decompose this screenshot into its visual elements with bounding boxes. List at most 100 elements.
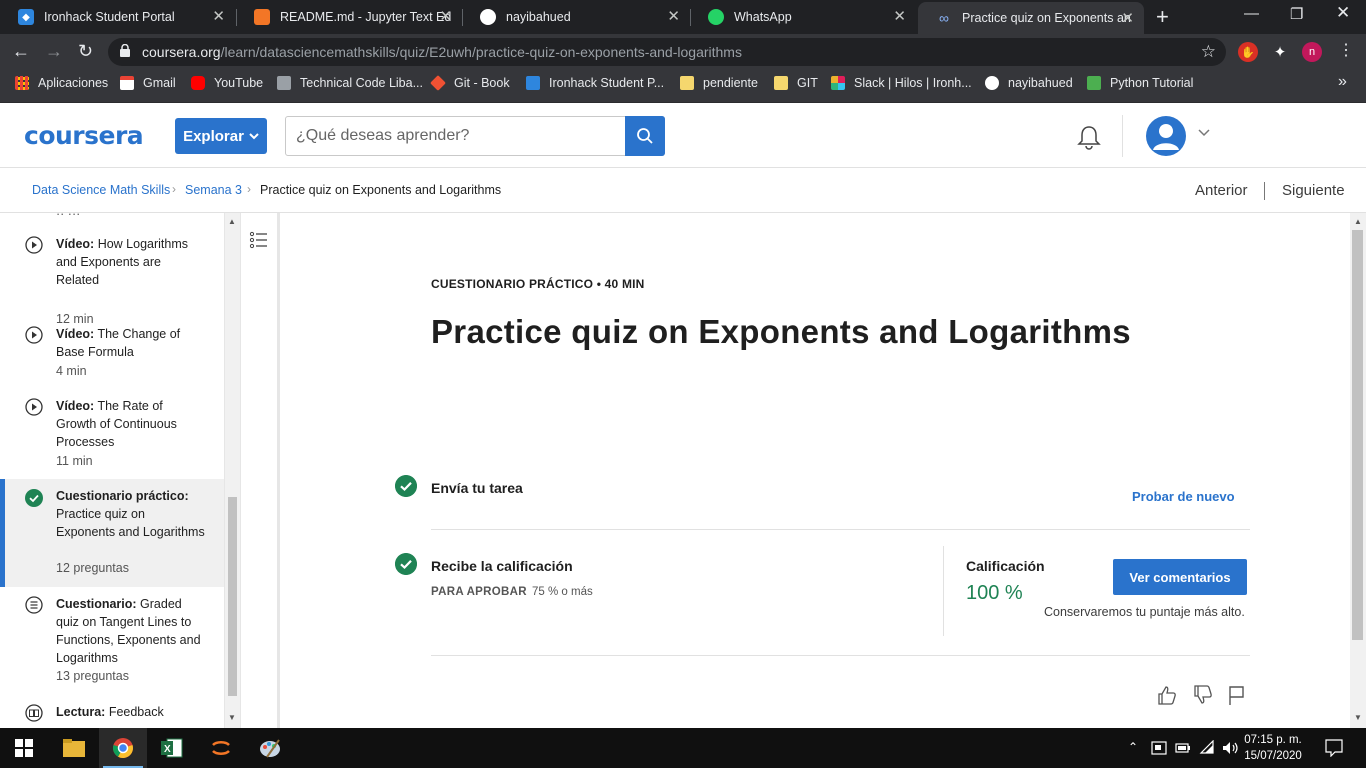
taskbar-excel[interactable]: X <box>148 728 196 768</box>
menu-kebab-icon[interactable]: ⋮ <box>1338 41 1354 61</box>
scroll-down-arrow-icon[interactable]: ▼ <box>1354 713 1362 722</box>
main-scrollbar-thumb[interactable] <box>1352 230 1363 640</box>
previous-link[interactable]: Anterior <box>1195 182 1248 199</box>
scroll-up-arrow-icon[interactable]: ▲ <box>228 217 236 226</box>
bookmark-technical-code[interactable]: Technical Code Liba... <box>277 76 423 90</box>
flag-icon[interactable] <box>1227 684 1247 706</box>
sidebar-item-video[interactable]: Vídeo: The Rate of Growth of Continuous … <box>0 397 224 479</box>
search-input[interactable] <box>286 117 626 155</box>
sidebar-item-video[interactable]: Vídeo: How Logarithms and Exponents are … <box>0 233 224 326</box>
pass-threshold-value: 75 % o más <box>532 586 593 598</box>
bookmark-apps[interactable]: Aplicaciones <box>15 76 108 90</box>
svg-text:X: X <box>164 744 171 755</box>
close-tab-icon[interactable]: ✕ <box>1121 11 1134 27</box>
bookmark-gmail[interactable]: Gmail <box>120 76 176 90</box>
extensions-puzzle-icon[interactable]: ✦ <box>1270 42 1290 62</box>
whatsapp-icon <box>708 9 724 25</box>
bookmark-youtube[interactable]: YouTube <box>191 76 263 90</box>
site-header: coursera Explorar <box>0 103 1366 168</box>
list-item-meta-clipped: ·· ··· <box>56 213 81 221</box>
ironhack-icon <box>526 76 540 90</box>
address-bar[interactable]: coursera.org/learn/datasciencemathskills… <box>108 38 1226 66</box>
ironhack-icon: ◆ <box>18 9 34 25</box>
reload-icon[interactable]: ↻ <box>78 41 93 61</box>
course-outline-sidebar: ·· ··· Vídeo: How Logarithms and Exponen… <box>0 213 224 728</box>
breadcrumb-week[interactable]: Semana 3 <box>185 183 242 197</box>
scroll-up-arrow-icon[interactable]: ▲ <box>1354 217 1362 226</box>
outline-toggle-rail <box>240 213 280 728</box>
play-icon <box>25 326 43 344</box>
taskbar-file-explorer[interactable] <box>50 728 98 768</box>
thumbs-down-icon[interactable] <box>1192 684 1214 706</box>
list-toggle-icon[interactable] <box>249 230 269 250</box>
profile-avatar[interactable]: n <box>1302 42 1322 62</box>
lock-icon <box>120 44 130 57</box>
retry-link[interactable]: Probar de nuevo <box>1132 489 1235 504</box>
taskbar-paint[interactable] <box>246 728 294 768</box>
new-tab-icon[interactable]: + <box>1156 6 1169 28</box>
windows-taskbar: X ⌃ 07:15 p. m. 15/07/2020 <box>0 728 1366 768</box>
bookmarks-overflow-icon[interactable]: » <box>1338 73 1347 91</box>
close-tab-icon[interactable]: ✕ <box>667 9 680 25</box>
notifications-center-icon[interactable] <box>1325 739 1343 757</box>
bookmark-ironhack[interactable]: Ironhack Student P... <box>526 76 664 90</box>
back-icon[interactable]: ← <box>12 41 30 61</box>
pass-threshold-label: PARA APROBAR <box>431 586 527 598</box>
coursera-logo[interactable]: coursera <box>24 121 144 150</box>
sidebar-item-graded-quiz[interactable]: Cuestionario: Graded quiz on Tangent Lin… <box>0 595 224 695</box>
close-tab-icon[interactable]: ✕ <box>439 9 452 25</box>
close-tab-icon[interactable]: ✕ <box>212 9 225 25</box>
search-button[interactable] <box>625 116 665 156</box>
window-close-icon[interactable]: ✕ <box>1336 3 1350 23</box>
breadcrumb-current: Practice quiz on Exponents and Logarithm… <box>260 183 502 197</box>
book-icon <box>25 704 43 722</box>
restore-icon[interactable]: ❐ <box>1290 5 1303 23</box>
notification-bell-icon[interactable] <box>1076 124 1102 150</box>
scroll-down-arrow-icon[interactable]: ▼ <box>228 713 236 722</box>
forward-icon[interactable]: → <box>45 41 63 61</box>
user-avatar[interactable] <box>1146 116 1186 156</box>
browser-tab[interactable]: WhatsApp ✕ <box>690 0 916 34</box>
taskbar-jupyter[interactable] <box>197 728 245 768</box>
browser-tab-active[interactable]: ∞ Practice quiz on Exponents and ✕ <box>918 2 1144 34</box>
close-tab-icon[interactable]: ✕ <box>893 9 906 25</box>
vertical-divider <box>943 546 944 636</box>
w3-icon <box>1087 76 1101 90</box>
taskbar-clock[interactable]: 07:15 p. m. 15/07/2020 <box>1238 732 1308 764</box>
bookmark-folder-git[interactable]: GIT <box>774 76 818 90</box>
step-submit-title: Envía tu tarea <box>431 480 523 496</box>
thumbs-up-icon[interactable] <box>1156 684 1178 706</box>
sidebar-item-practice-quiz[interactable]: Cuestionario práctico: Practice quiz on … <box>0 479 224 587</box>
minimize-icon[interactable]: — <box>1244 5 1259 22</box>
bookmark-python-tutorial[interactable]: Python Tutorial <box>1087 76 1193 90</box>
breadcrumb-course[interactable]: Data Science Math Skills <box>32 183 170 197</box>
wifi-icon[interactable] <box>1199 740 1215 756</box>
chevron-down-icon <box>249 133 259 140</box>
breadcrumb: Data Science Math Skills › Semana 3 › Pr… <box>0 168 1366 213</box>
tray-app-icon[interactable] <box>1151 741 1167 755</box>
sidebar-item-video[interactable]: Vídeo: The Change of Base Formula 4 min <box>0 325 224 397</box>
next-link[interactable]: Siguiente <box>1282 182 1345 199</box>
battery-icon[interactable] <box>1175 742 1191 754</box>
jupyter-icon <box>212 741 230 755</box>
grade-value: 100 % <box>966 582 1023 604</box>
extension-icon[interactable]: ✋ <box>1238 42 1258 62</box>
sidebar-scrollbar-thumb[interactable] <box>228 497 237 696</box>
view-feedback-button[interactable]: Ver comentarios <box>1113 559 1247 595</box>
sidebar-item-reading[interactable]: Lectura: Feedback <box>0 703 224 728</box>
explore-button[interactable]: Explorar <box>175 118 267 154</box>
taskbar-chrome[interactable] <box>99 728 147 768</box>
browser-tab[interactable]: README.md - Jupyter Text Edi ✕ <box>236 0 462 34</box>
bookmark-folder-pendiente[interactable]: pendiente <box>680 76 758 90</box>
start-button[interactable] <box>0 728 48 768</box>
bookmark-git-book[interactable]: Git - Book <box>430 75 510 91</box>
browser-tab[interactable]: ◆ Ironhack Student Portal ✕ <box>0 0 235 34</box>
bookmark-github[interactable]: nayibahued <box>985 76 1073 90</box>
browser-tab[interactable]: nayibahued ✕ <box>462 0 690 34</box>
folder-icon <box>63 739 85 757</box>
bookmark-slack[interactable]: Slack | Hilos | Ironh... <box>831 76 972 90</box>
bookmark-star-icon[interactable]: ☆ <box>1201 42 1216 62</box>
tray-expand-icon[interactable]: ⌃ <box>1128 740 1138 754</box>
chevron-down-icon[interactable] <box>1198 129 1210 137</box>
windows-logo-icon <box>15 739 33 757</box>
